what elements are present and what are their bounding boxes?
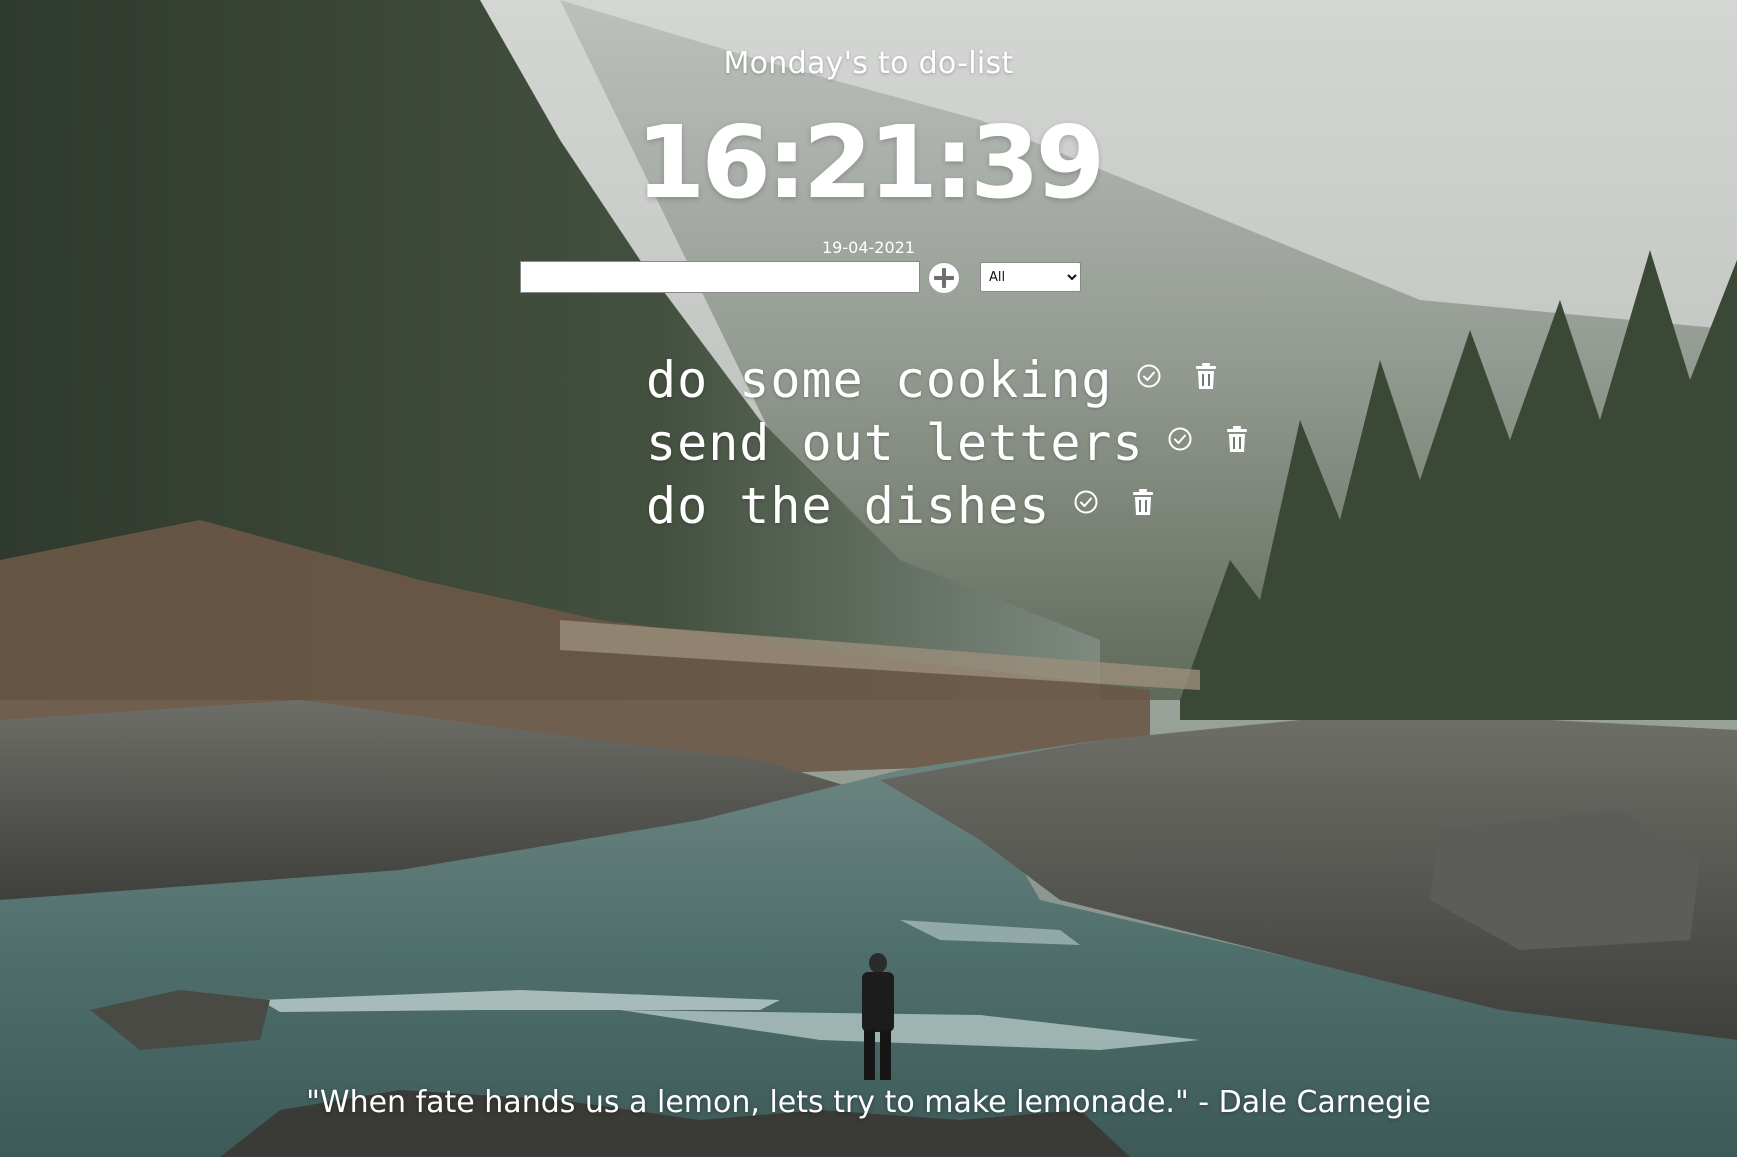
todo-item-text: send out letters — [646, 413, 1144, 472]
plus-circle-icon — [928, 262, 960, 294]
todo-list: do some cooking send out letters do the … — [646, 348, 1346, 537]
todo-form: All — [520, 260, 1081, 295]
trash-icon — [1133, 488, 1154, 515]
todo-item-text: do the dishes — [646, 476, 1051, 535]
todo-item: send out letters — [646, 411, 1346, 474]
delete-todo-button[interactable] — [1224, 424, 1250, 454]
add-todo-button[interactable] — [927, 261, 961, 295]
complete-todo-button[interactable] — [1135, 362, 1163, 390]
complete-todo-button[interactable] — [1072, 488, 1100, 516]
quote-text: "When fate hands us a lemon, lets try to… — [306, 1085, 1431, 1120]
check-circle-icon — [1074, 490, 1098, 513]
todo-item: do the dishes — [646, 474, 1346, 537]
trash-icon — [1226, 425, 1247, 452]
delete-todo-button[interactable] — [1193, 361, 1219, 391]
todo-app: Monday's to do-list 16:21:39 19-04-2021 … — [0, 0, 1737, 1157]
todo-input[interactable] — [520, 261, 920, 293]
check-circle-icon — [1168, 427, 1192, 450]
check-circle-icon — [1137, 364, 1161, 387]
date-display: 19-04-2021 — [822, 238, 915, 257]
delete-todo-button[interactable] — [1130, 487, 1156, 517]
todo-item-text: do some cooking — [646, 350, 1113, 409]
clock-display: 16:21:39 — [635, 104, 1105, 221]
trash-icon — [1195, 362, 1216, 389]
complete-todo-button[interactable] — [1166, 425, 1194, 453]
todo-item: do some cooking — [646, 348, 1346, 411]
filter-select[interactable]: All — [980, 262, 1081, 292]
page-title: Monday's to do-list — [723, 46, 1014, 81]
